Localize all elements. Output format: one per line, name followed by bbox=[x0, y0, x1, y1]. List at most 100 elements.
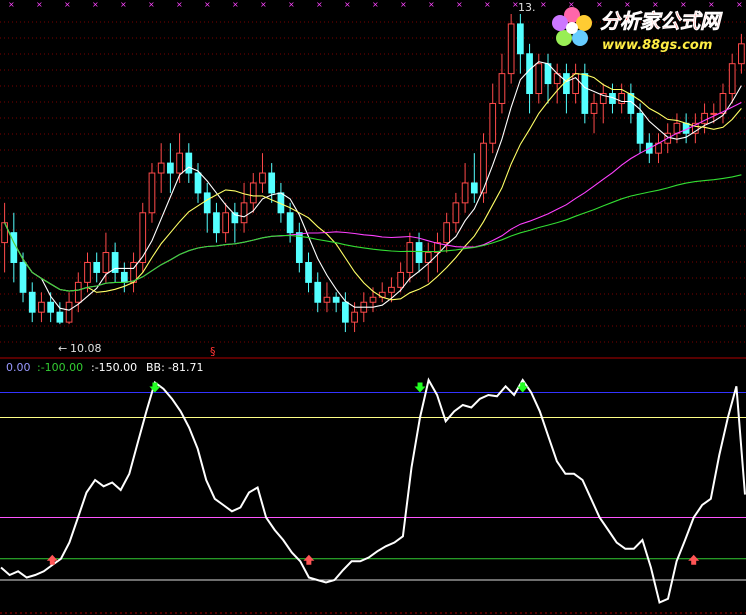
candle-up bbox=[369, 296, 377, 303]
buy-arrow-icon bbox=[303, 554, 315, 565]
candle-up bbox=[74, 281, 82, 303]
low-annotation: 10.08 bbox=[70, 342, 102, 355]
legend-series-value: -81.71 bbox=[168, 361, 203, 374]
logo-url: www.88gs.com bbox=[602, 38, 712, 53]
top-marker: × bbox=[372, 0, 379, 9]
top-marker: × bbox=[400, 0, 407, 9]
candle-up bbox=[452, 202, 460, 224]
candle-up bbox=[102, 252, 110, 273]
candle-down bbox=[544, 63, 552, 85]
candle-up bbox=[443, 222, 451, 244]
candle-down bbox=[268, 172, 276, 194]
candle-up bbox=[535, 63, 543, 95]
candle-down bbox=[47, 301, 55, 313]
candle-up bbox=[710, 112, 718, 115]
sell-arrow-icon bbox=[414, 382, 426, 393]
top-marker: × bbox=[232, 0, 239, 9]
legend-series-name: BB: bbox=[146, 361, 165, 374]
candle-down bbox=[636, 112, 644, 144]
signal-arrows bbox=[46, 382, 700, 565]
candle-up bbox=[728, 63, 736, 95]
candle-up bbox=[240, 202, 248, 224]
candle-down bbox=[93, 261, 101, 273]
candle-down bbox=[342, 301, 349, 323]
legend-level-minus150: :-150.00 bbox=[91, 361, 137, 374]
candle-up bbox=[157, 162, 165, 174]
candle-up bbox=[590, 102, 598, 114]
candle-down bbox=[305, 261, 312, 283]
candle-down bbox=[286, 212, 294, 234]
top-marker: × bbox=[204, 0, 211, 9]
indicator-legend: 0.00 :-100.00 :-150.00 BB: -81.71 bbox=[6, 361, 203, 374]
top-marker: × bbox=[148, 0, 155, 9]
logo: 分析家公式网 www.88gs.com bbox=[552, 7, 723, 53]
oscillator-line bbox=[0, 377, 746, 604]
candle-down bbox=[120, 271, 128, 283]
candle-down bbox=[185, 152, 193, 174]
candle-down bbox=[194, 172, 202, 194]
candle-up bbox=[498, 73, 506, 104]
candle-down bbox=[28, 291, 36, 313]
candle-up bbox=[139, 212, 147, 263]
candle-up bbox=[65, 301, 73, 323]
high-annotation: 13. bbox=[518, 1, 536, 14]
candle-down bbox=[167, 162, 174, 174]
candle-down bbox=[314, 281, 322, 303]
low-annotation-arrow: ← bbox=[58, 342, 67, 355]
candle-down bbox=[203, 192, 211, 214]
marker-symbol: § bbox=[210, 345, 216, 358]
candle-up bbox=[222, 212, 229, 234]
chart-canvas: × × × × × × × × × × × × × × × × × × × × × × × × × × × 13. ← 10.08 … bbox=[0, 0, 746, 614]
candlesticks bbox=[1, 14, 745, 333]
top-marker: × bbox=[176, 0, 183, 9]
top-marker: × bbox=[344, 0, 351, 9]
candle-down bbox=[517, 23, 524, 55]
candle-up bbox=[406, 242, 414, 273]
top-marker: × bbox=[288, 0, 295, 9]
top-marker: × bbox=[36, 0, 43, 9]
candle-down bbox=[415, 242, 423, 263]
top-marker: × bbox=[456, 0, 463, 9]
oscillator-series bbox=[0, 377, 746, 604]
candle-down bbox=[526, 53, 533, 95]
legend-level-0: 0.00 bbox=[6, 361, 31, 374]
candle-up bbox=[176, 152, 183, 174]
candle-down bbox=[213, 212, 220, 234]
candle-up bbox=[673, 122, 681, 134]
price-annotations: 13. ← 10.08 § bbox=[58, 1, 536, 358]
candle-up bbox=[323, 296, 331, 303]
candle-down bbox=[563, 73, 570, 95]
top-marker: × bbox=[120, 0, 127, 9]
top-marker: × bbox=[540, 0, 547, 9]
candle-up bbox=[84, 261, 91, 283]
logo-title: 分析家公式网 bbox=[600, 9, 723, 33]
candle-up bbox=[461, 182, 469, 204]
candle-up bbox=[388, 286, 395, 293]
candle-up bbox=[572, 73, 579, 95]
candle-up bbox=[38, 301, 45, 313]
candle-up bbox=[489, 102, 497, 144]
top-marker: × bbox=[484, 0, 491, 9]
top-marker: × bbox=[8, 0, 15, 9]
sell-arrow-icon bbox=[149, 382, 161, 393]
top-marker: × bbox=[680, 0, 687, 9]
candle-down bbox=[470, 182, 478, 194]
candle-down bbox=[332, 296, 340, 303]
candle-up bbox=[1, 222, 8, 244]
candle-up bbox=[397, 271, 404, 288]
top-marker: × bbox=[316, 0, 323, 9]
candle-down bbox=[19, 261, 27, 293]
top-marker: × bbox=[736, 0, 743, 9]
oscillator-levels bbox=[0, 392, 746, 581]
top-marker: × bbox=[260, 0, 267, 9]
candle-up bbox=[148, 172, 156, 214]
top-marker: × bbox=[624, 0, 631, 9]
top-marker: × bbox=[596, 0, 603, 9]
candle-up bbox=[480, 142, 487, 194]
candle-up bbox=[259, 172, 266, 184]
candle-up bbox=[351, 311, 358, 323]
candle-down bbox=[581, 73, 589, 114]
top-marker: × bbox=[652, 0, 659, 9]
buy-arrow-icon bbox=[688, 554, 700, 565]
top-marker: × bbox=[64, 0, 71, 9]
